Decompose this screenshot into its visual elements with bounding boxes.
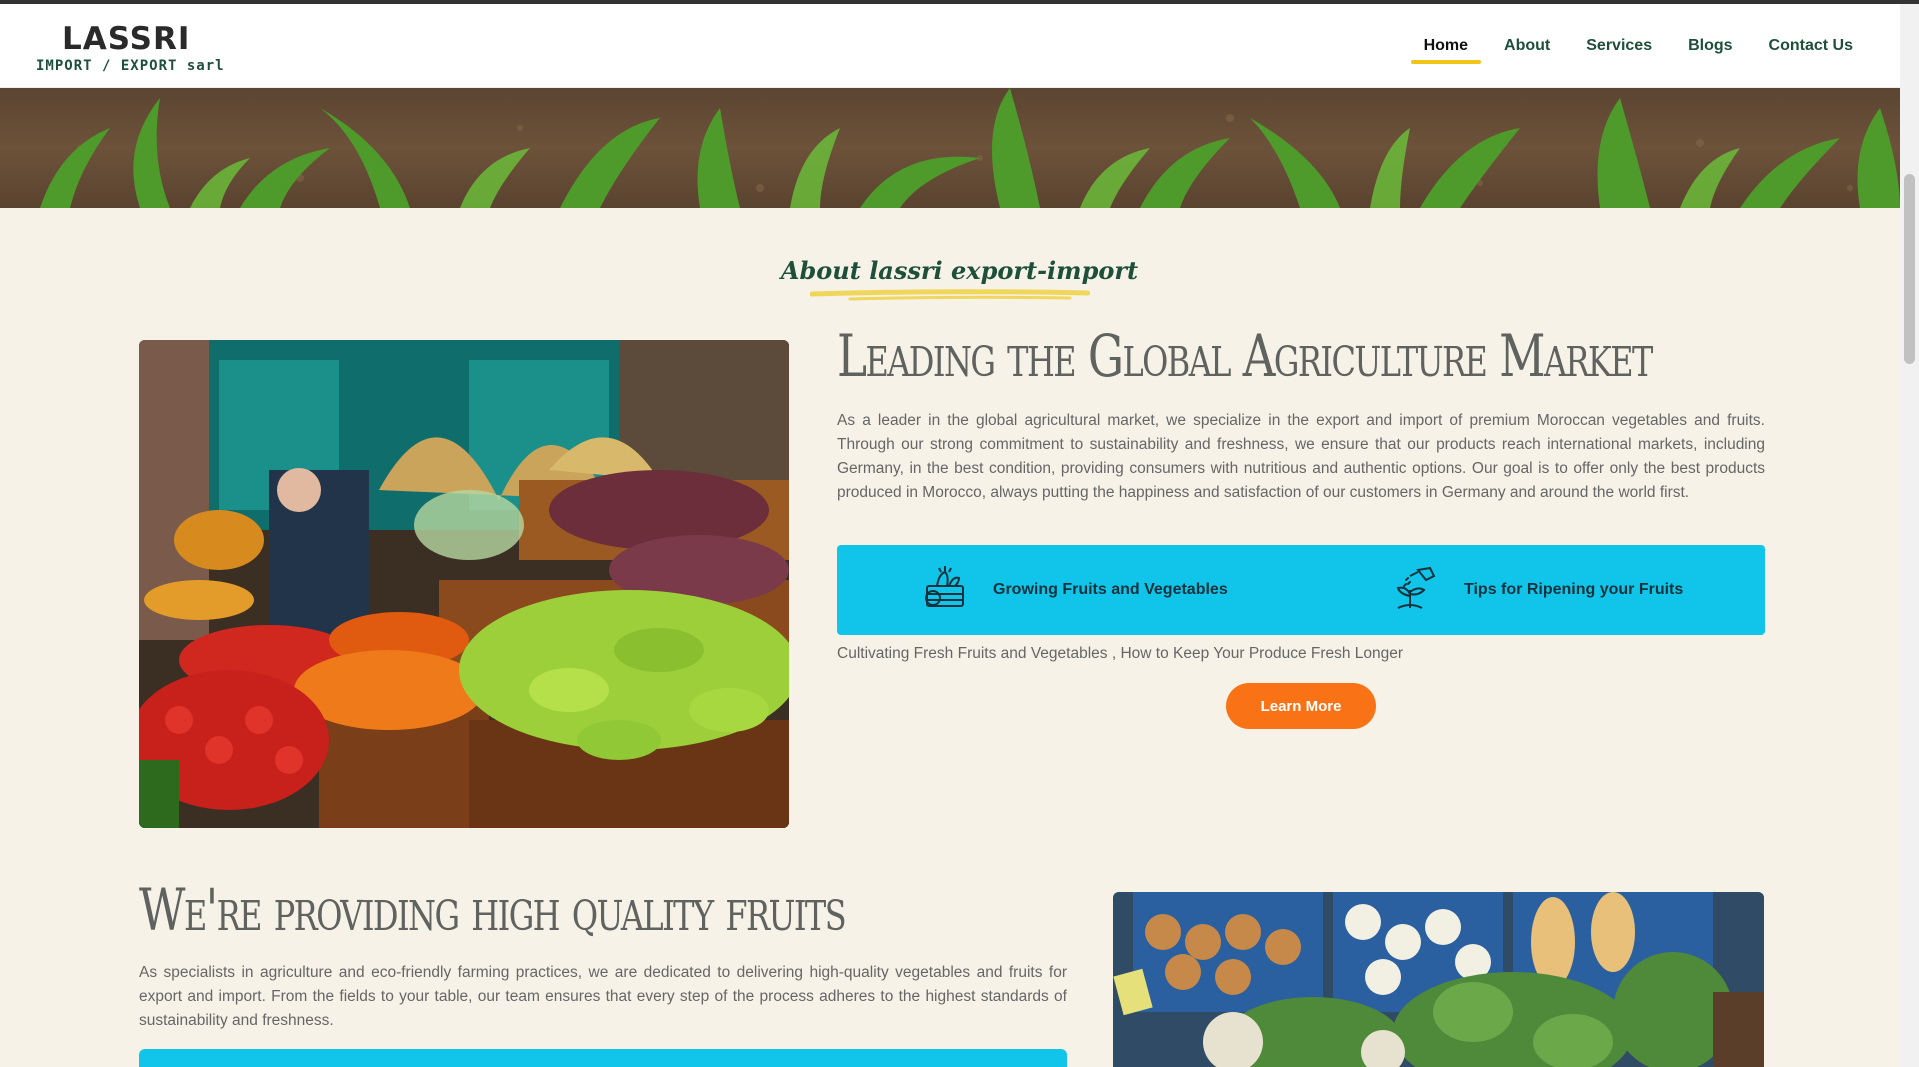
logo[interactable]: LASSRI IMPORT / EXPORT sarl: [36, 22, 225, 74]
vegetable-crates-image: [1113, 892, 1764, 1067]
market-stall-image: [139, 340, 789, 828]
feature-ripening-label: Tips for Ripening your Fruits: [1464, 581, 1684, 598]
nav-home[interactable]: Home: [1409, 4, 1483, 88]
logo-sub-text: IMPORT / EXPORT sarl: [36, 58, 225, 74]
scrollbar-thumb[interactable]: [1904, 174, 1915, 364]
main-nav: Home About Services Blogs Contact Us: [1409, 4, 1868, 88]
watering-plant-icon: [1390, 562, 1442, 618]
quality-heading: We're providing high quality fruits: [139, 876, 847, 944]
logo-main-text: LASSRI: [62, 21, 191, 57]
feature-growing[interactable]: Growing Fruits and Vegetables: [919, 545, 1228, 635]
features-subtext: Cultivating Fresh Fruits and Vegetables …: [837, 645, 1404, 662]
nav-services[interactable]: Services: [1571, 4, 1667, 88]
site-header: LASSRI IMPORT / EXPORT sarl Home About S…: [0, 4, 1900, 88]
hero-field-image: [0, 88, 1900, 208]
feature-ripening[interactable]: Tips for Ripening your Fruits: [1390, 545, 1683, 635]
basket-icon: [919, 562, 971, 618]
about-heading: Leading the Global Agriculture Market: [837, 322, 1653, 390]
title-underline-decoration: [810, 289, 1090, 301]
about-paragraph: As a leader in the global agricultural m…: [837, 412, 1765, 501]
nav-about[interactable]: About: [1489, 4, 1565, 88]
feature-growing-label: Growing Fruits and Vegetables: [993, 581, 1228, 598]
page-scrollbar[interactable]: [1900, 4, 1919, 1067]
learn-more-button[interactable]: Learn More: [1226, 683, 1376, 729]
nav-contact[interactable]: Contact Us: [1754, 4, 1868, 88]
quality-paragraph: As specialists in agriculture and eco-fr…: [139, 964, 1067, 1029]
quality-features-box: [139, 1049, 1067, 1067]
about-section-title: About lassri export-import: [780, 256, 1139, 285]
features-box: Growing Fruits and Vegetables Tips for R…: [837, 545, 1765, 635]
nav-blogs[interactable]: Blogs: [1673, 4, 1747, 88]
